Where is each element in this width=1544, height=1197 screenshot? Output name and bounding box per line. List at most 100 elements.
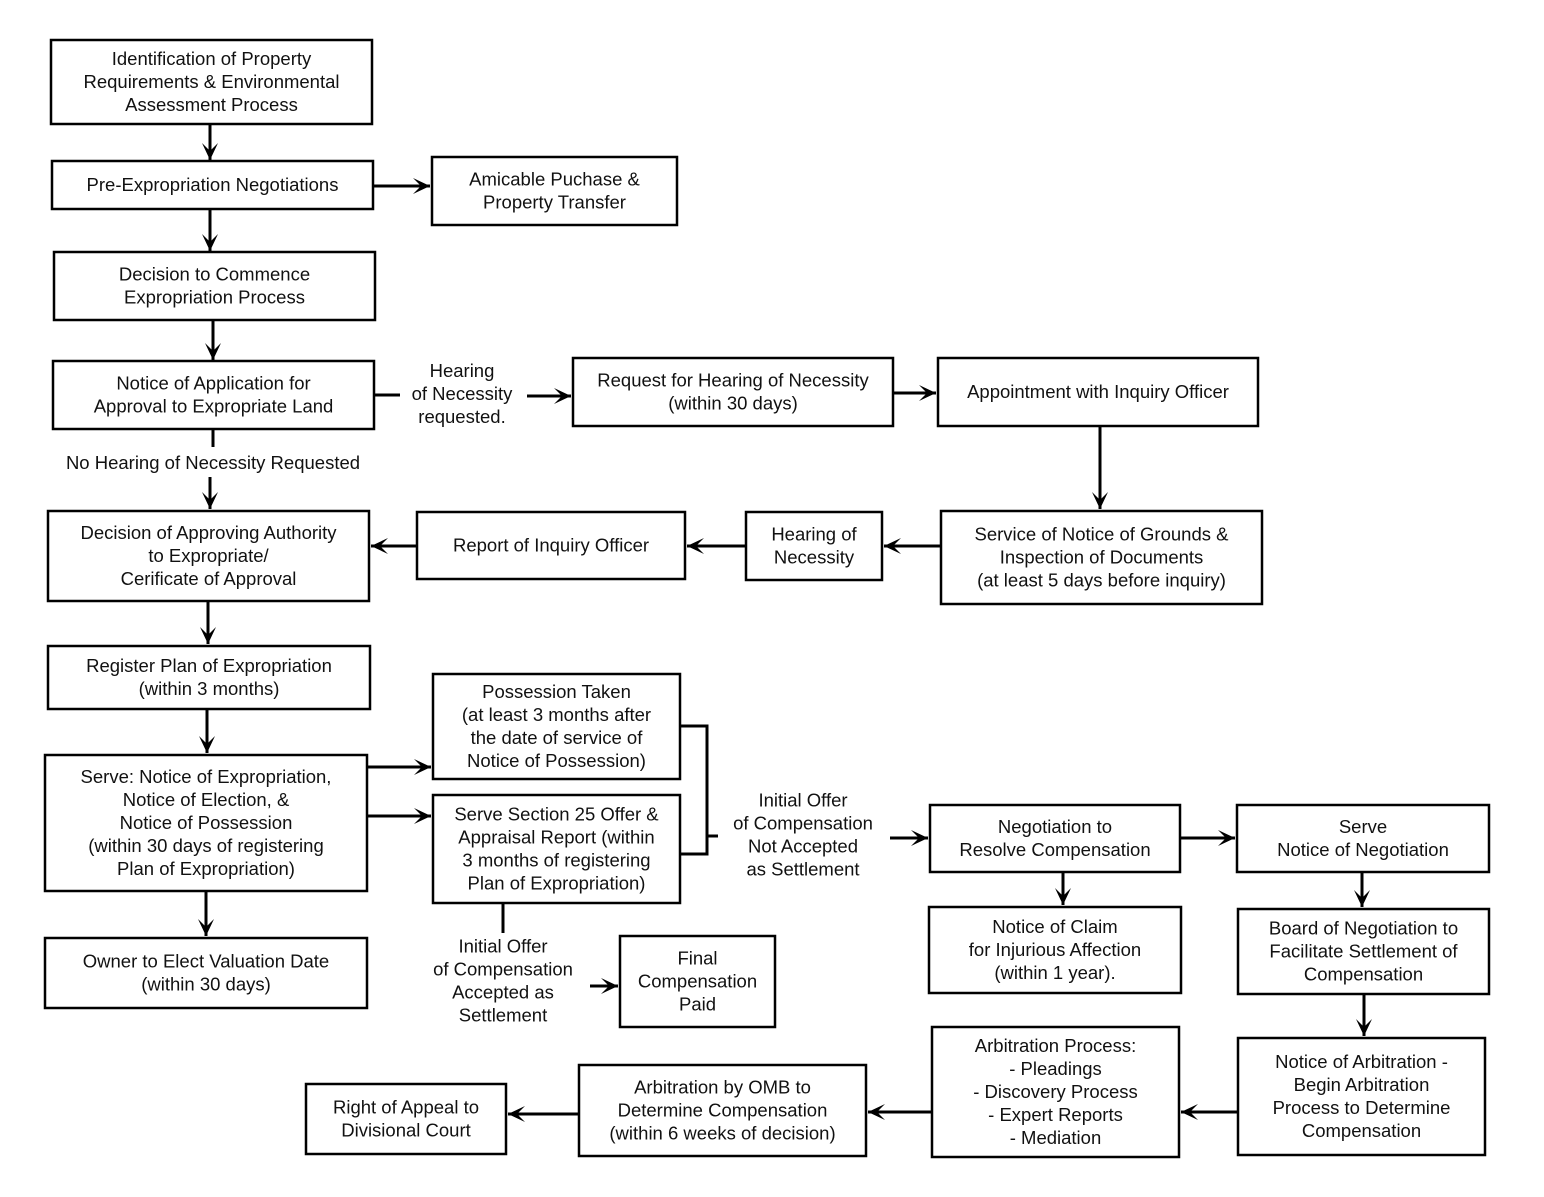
node-decision-authority-text-line: to Expropriate/ [148,545,269,566]
node-arbitration-process-text-line: Arbitration Process: [975,1035,1136,1056]
node-pre-negotiations: Pre-Expropriation Negotiations [50,159,375,211]
node-service-notice-grounds: Service of Notice of Grounds & Inspection… [939,509,1264,606]
node-register-plan: Register Plan of Expropriation (within 3 … [46,644,372,711]
node-right-appeal-text-line: Divisional Court [341,1120,471,1141]
node-arbitration-process-text-line: - Expert Reports [988,1104,1123,1125]
node-arbitration-process-text-line: - Mediation [1010,1127,1102,1148]
node-section25-offer-text-line: Plan of Expropriation) [468,873,646,894]
expropriation-flowchart: Identification of Property Requirements &… [43,38,1491,1159]
edge-label-no-hearing: No Hearing of Necessity Requested [66,452,360,473]
node-notice-arbitration-text-line: Begin Arbitration [1294,1074,1430,1095]
node-amicable-purchase-text-line: Amicable Puchase & [469,169,640,190]
node-notice-application-text-line: Approval to Expropriate Land [94,396,334,417]
node-request-hearing-text-line: Request for Hearing of Necessity [597,370,869,391]
node-hearing-necessity-text-line: Hearing of [771,524,857,545]
edge-label-offer-accepted: Initial Offer of Compensation Accepted as S… [433,936,573,1026]
node-owner-elect-text-line: (within 30 days) [141,974,271,995]
node-notice-claim: Notice of Claim for Injurious Affection (w… [927,905,1183,995]
node-final-compensation-text-line: Final [677,948,717,969]
node-appointment-officer: Appointment with Inquiry Officer [936,356,1260,428]
node-section25-offer-text-line: Serve Section 25 Offer & [454,804,659,825]
node-serve-notices-text-line: Plan of Expropriation) [117,858,295,879]
edge-label-offer-not-accepted-line: of Compensation [733,813,873,834]
node-notice-arbitration: Notice of Arbitration -Begin Arbitration… [1236,1036,1487,1157]
edge-label-offer-accepted-line: of Compensation [433,959,573,980]
node-pre-negotiations-text-line: Pre-Expropriation Negotiations [87,174,339,195]
node-serve-notices-text-line: Notice of Election, & [123,789,290,810]
node-section25-offer: Serve Section 25 Offer & Appraisal Report… [431,793,682,905]
node-negotiation-resolve: Negotiation to Resolve Compensation [928,803,1182,874]
node-serve-notices: Serve: Notice of Expropriation, Notice of… [43,753,369,893]
edge-label-offer-accepted-line: Initial Offer [458,936,547,957]
node-decision-commence: Decision to Commence Expropriation Proces… [52,250,377,322]
node-arbitration-process-text-line: - Pleadings [1009,1058,1102,1079]
node-identification-text-line: Assessment Process [125,94,298,115]
node-decision-authority-text-line: Decision of Approving Authority [80,522,337,543]
node-notice-claim-text-line: for Injurious Affection [969,939,1141,960]
node-register-plan-text-line: (within 3 months) [139,678,280,699]
node-report-officer-text: Report of Inquiry Officer [453,535,649,556]
node-amicable-purchase-text-line: Property Transfer [483,192,626,213]
node-notice-claim-text-line: Notice of Claim [992,916,1117,937]
node-notice-application-text-line: Notice of Application for [116,373,310,394]
edge-label-offer-not-accepted: Initial Offer of Compensation Not Accepted… [733,790,873,880]
node-serve-notice-negotiation-text-line: Notice of Negotiation [1277,839,1449,860]
node-section25-offer-text-line: Appraisal Report (within [458,827,654,848]
node-final-compensation: Final Compensation Paid [618,934,777,1029]
node-possession-taken-text-line: Possession Taken [482,681,631,702]
node-section25-offer-text-line: 3 months of registering [462,850,650,871]
edge-label-offer-accepted-line: Settlement [459,1005,547,1026]
node-right-appeal-text-line: Right of Appeal to [333,1097,479,1118]
edge-label-offer-accepted-line: Accepted as [452,982,554,1003]
edge-label-offer-not-accepted-line: Not Accepted [748,836,858,857]
node-possession-taken-text-line: Notice of Possession) [467,750,646,771]
node-negotiation-resolve-text-line: Resolve Compensation [959,839,1150,860]
node-serve-notices-text-line: Serve: Notice of Expropriation, [81,766,332,787]
node-arbitration-process: Arbitration Process: - Pleadings - Discove… [930,1025,1181,1159]
edge-label-offer-not-accepted-line: Initial Offer [758,790,847,811]
node-register-plan-text-line: Register Plan of Expropriation [86,655,332,676]
node-notice-application: Notice of Application for Approval to Exp… [51,359,376,431]
node-final-compensation-text-line: Compensation [638,971,757,992]
node-arbitration-omb-text-line: (within 6 weeks of decision) [609,1123,835,1144]
node-decision-authority: Decision of Approving Authority to Exprop… [46,509,371,603]
node-request-hearing-text-line: (within 30 days) [668,393,798,414]
node-pre-negotiations-text: Pre-Expropriation Negotiations [87,174,339,195]
node-serve-notices-text-line: (within 30 days of registering [88,835,323,856]
edge-label-hearing-requested-line: of Necessity [412,383,514,404]
node-notice-arbitration-text-line: Compensation [1302,1120,1421,1141]
node-decision-commence-text-line: Decision to Commence [119,264,310,285]
node-board-negotiation: Board of Negotiation to Facilitate Settle… [1236,907,1491,996]
node-hearing-necessity-text-line: Necessity [774,547,855,568]
node-serve-notice-negotiation-text-line: Serve [1339,816,1387,837]
node-identification-text-line: Identification of Property [112,48,312,69]
node-possession-taken-text-line: (at least 3 months after [462,704,651,725]
node-service-notice-grounds-text-line: Inspection of Documents [1000,547,1204,568]
node-final-compensation-text-line: Paid [679,994,716,1015]
node-board-negotiation-text-line: Facilitate Settlement of [1269,941,1458,962]
node-right-appeal: Right of Appeal to Divisional Court [304,1082,508,1156]
edge-offers-bracket [680,724,709,856]
edge-label-hearing-requested-line: Hearing [430,360,495,381]
node-notice-arbitration-text-line: Notice of Arbitration - [1275,1051,1448,1072]
node-arbitration-process-text-line: - Discovery Process [973,1081,1137,1102]
node-notice-arbitration-text-line: Process to Determine [1273,1097,1451,1118]
node-amicable-purchase: Amicable Puchase & Property Transfer [430,155,679,227]
node-negotiation-resolve-text-line: Negotiation to [998,816,1112,837]
node-report-officer: Report of Inquiry Officer [415,510,687,581]
node-appointment-officer-text-line: Appointment with Inquiry Officer [967,381,1229,402]
node-owner-elect: Owner to Elect Valuation Date (within 30 … [43,936,369,1010]
edge-label-hearing-requested-line: requested. [418,406,505,427]
node-arbitration-omb-text-line: Arbitration by OMB to [634,1077,811,1098]
node-identification: Identification of Property Requirements &… [49,38,374,126]
node-appointment-officer-text: Appointment with Inquiry Officer [967,381,1229,402]
node-board-negotiation-text-line: Board of Negotiation to [1269,918,1458,939]
node-possession-taken: Possession Taken (at least 3 months after… [431,672,682,781]
edge-label-offer-not-accepted-line: as Settlement [746,859,859,880]
edge-label-hearing-requested: Hearing of Necessity requested. [412,360,514,427]
edge-label-no-hearing-line: No Hearing of Necessity Requested [66,452,360,473]
node-arbitration-omb: Arbitration by OMB to Determine Compensat… [577,1063,868,1158]
node-board-negotiation-text-line: Compensation [1304,964,1423,985]
node-serve-notices-text-line: Notice of Possession [120,812,293,833]
node-hearing-necessity: Hearing of Necessity [744,510,884,582]
